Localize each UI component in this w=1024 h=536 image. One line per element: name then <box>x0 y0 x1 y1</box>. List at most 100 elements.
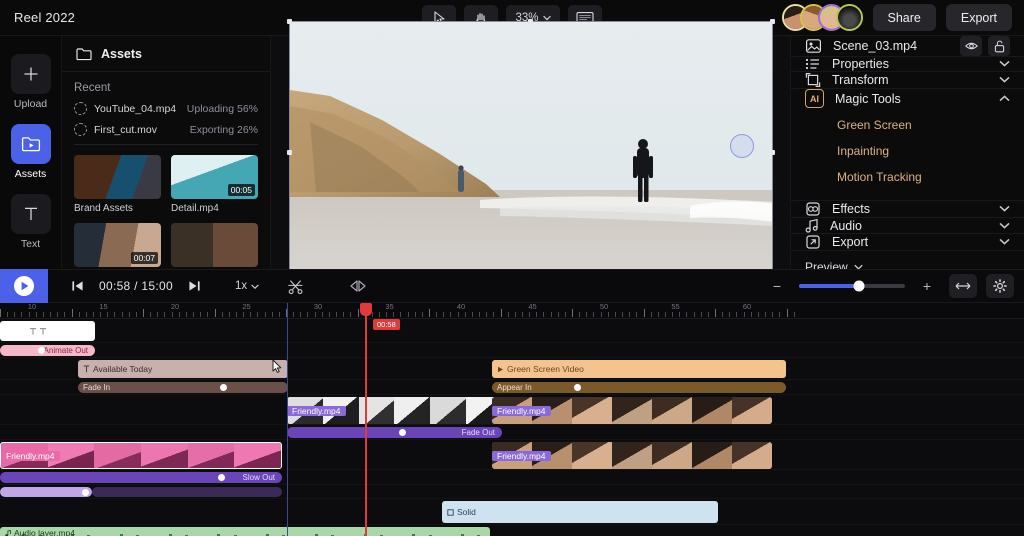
upload-item[interactable]: YouTube_04.mp4 Uploading 56% <box>74 102 258 115</box>
text-button[interactable] <box>10 194 51 234</box>
keyframe-bar[interactable]: Fade In <box>78 382 288 393</box>
text-clip[interactable]: Available Today <box>78 360 288 378</box>
resize-handle-nw[interactable] <box>286 18 292 24</box>
chevron-down-icon[interactable] <box>999 221 1010 231</box>
keyframe-dot[interactable] <box>220 384 227 391</box>
assets-button[interactable] <box>10 124 51 164</box>
circle-overlay-icon[interactable] <box>729 133 754 158</box>
chevron-down-icon[interactable] <box>999 75 1010 85</box>
share-button[interactable]: Share <box>872 4 936 31</box>
asset-card[interactable]: 00:05 Detail.mp4 <box>171 155 258 214</box>
keyframe-dot[interactable] <box>399 429 406 436</box>
keyframe-bar[interactable]: Slow Out <box>0 472 282 483</box>
magic-tool-inpainting[interactable]: Inpainting <box>791 138 1024 164</box>
avatar[interactable] <box>835 4 863 31</box>
resize-handle-e[interactable] <box>769 150 775 155</box>
magic-tool-motion-tracking[interactable]: Motion Tracking <box>791 164 1024 190</box>
settings-button[interactable] <box>986 274 1014 298</box>
unlock-icon[interactable] <box>988 36 1010 56</box>
track-row[interactable]: Friendly.mp4 Friendly.mp4 <box>0 440 1024 470</box>
chevron-down-icon[interactable] <box>999 237 1010 247</box>
ruler-tick <box>736 312 738 317</box>
transition-button[interactable] <box>345 274 371 298</box>
solid-clip[interactable]: Solid <box>442 501 718 523</box>
zoom-out-button[interactable]: − <box>764 274 790 298</box>
chevron-down-icon[interactable] <box>999 204 1010 214</box>
track-row[interactable] <box>0 319 1024 343</box>
sidebar-item-text[interactable]: Text <box>10 194 51 250</box>
section-magic-tools[interactable]: AI Magic Tools <box>791 89 1024 108</box>
video-clip-selected[interactable]: Friendly.mp4 <box>0 442 282 469</box>
track-row[interactable]: Solid <box>0 499 1024 525</box>
keyframe-dot[interactable] <box>82 488 89 496</box>
chevron-up-icon[interactable] <box>999 94 1010 104</box>
video-clip[interactable]: Green Screen Video <box>492 360 786 378</box>
clip-name: Friendly.mp4 <box>292 405 341 416</box>
keyframe-row[interactable]: Fade In Appear In <box>0 380 1024 395</box>
video-frame[interactable] <box>286 18 775 287</box>
keyframe-row[interactable]: Fade Out <box>0 425 1024 440</box>
section-export[interactable]: Export <box>791 234 1024 251</box>
selected-clip-row[interactable]: Scene_03.mp4 <box>791 36 1024 57</box>
ruler-number: 25 <box>242 303 251 311</box>
ruler-tick <box>593 312 595 317</box>
sidebar-item-assets[interactable]: Assets <box>10 124 51 180</box>
note-icon <box>805 218 818 233</box>
magic-tool-green-screen[interactable]: Green Screen <box>791 112 1024 138</box>
timeline[interactable]: 10 15 20 25 30 35 40 45 50 55 60 Animate Out <box>0 303 1024 536</box>
upload-button[interactable] <box>10 54 51 94</box>
track-row[interactable]: Available Today Green Screen Video <box>0 358 1024 380</box>
chevron-down-icon[interactable] <box>999 59 1010 69</box>
keyframe-bar[interactable] <box>0 487 92 497</box>
ruler-tick <box>293 312 295 317</box>
keyframe-row[interactable] <box>0 485 1024 499</box>
asset-card[interactable]: HR Onboarding <box>171 223 258 269</box>
zoom-slider[interactable] <box>799 280 905 292</box>
section-transform[interactable]: Transform <box>791 72 1024 89</box>
track-row[interactable]: Audio layer.mp4 <box>0 525 1024 536</box>
ruler-tick <box>14 312 16 317</box>
keyframe-row[interactable]: Slow Out <box>0 470 1024 485</box>
zoom-slider-knob[interactable] <box>853 280 865 292</box>
video-clip[interactable]: Friendly.mp4 <box>492 442 772 469</box>
play-button[interactable] <box>0 269 48 303</box>
keyframe-dot[interactable] <box>38 347 45 354</box>
export-button[interactable]: Export <box>945 4 1012 31</box>
keyframe-bar[interactable]: Appear In <box>492 382 786 393</box>
timeline-ruler[interactable]: 10 15 20 25 30 35 40 45 50 55 60 <box>0 303 1024 319</box>
audio-clip[interactable]: Audio layer.mp4 <box>0 527 490 536</box>
keyframe-bar[interactable]: Animate Out <box>0 345 95 356</box>
playhead[interactable]: 00:58 <box>360 303 400 536</box>
zoom-in-button[interactable]: + <box>914 274 940 298</box>
video-clip[interactable]: Friendly.mp4 <box>492 397 772 424</box>
upload-item[interactable]: First_cut.mov Exporting 26% <box>74 123 258 136</box>
section-audio[interactable]: Audio <box>791 218 1024 234</box>
keyframe-bar[interactable]: Fade Out <box>287 427 502 438</box>
ruler-tick <box>636 312 638 317</box>
skip-forward-button[interactable] <box>182 274 208 298</box>
resize-handle-n[interactable] <box>528 18 533 24</box>
text-clip[interactable] <box>0 321 95 341</box>
keyframe-bar[interactable] <box>92 487 282 497</box>
resize-handle-ne[interactable] <box>769 18 775 24</box>
section-effects[interactable]: Effects <box>791 201 1024 218</box>
playhead-handle[interactable] <box>360 303 372 316</box>
asset-card[interactable]: 00:07 Interview.mp4 <box>74 223 161 269</box>
keyframe-row[interactable]: Animate Out <box>0 343 1024 358</box>
ruler-tick <box>178 312 180 317</box>
split-button[interactable] <box>282 274 308 298</box>
keyframe-dot[interactable] <box>218 474 225 481</box>
skip-back-button[interactable] <box>64 274 90 298</box>
fit-width-button[interactable] <box>949 274 977 298</box>
resize-handle-w[interactable] <box>286 150 292 155</box>
track-row[interactable]: Friendly.mp4 Friendly.mp4 <box>0 395 1024 425</box>
section-properties[interactable]: Properties <box>791 57 1024 72</box>
sidebar-item-upload[interactable]: Upload <box>10 54 51 110</box>
keyframe-dot[interactable] <box>574 384 581 391</box>
playback-speed-dropdown[interactable]: 1x <box>235 280 259 292</box>
ruler-tick <box>500 309 502 317</box>
ruler-tick <box>536 312 538 317</box>
asset-card[interactable]: Brand Assets <box>74 155 161 214</box>
video-clip[interactable]: Friendly.mp4 <box>287 397 502 424</box>
eye-icon[interactable] <box>960 36 982 56</box>
